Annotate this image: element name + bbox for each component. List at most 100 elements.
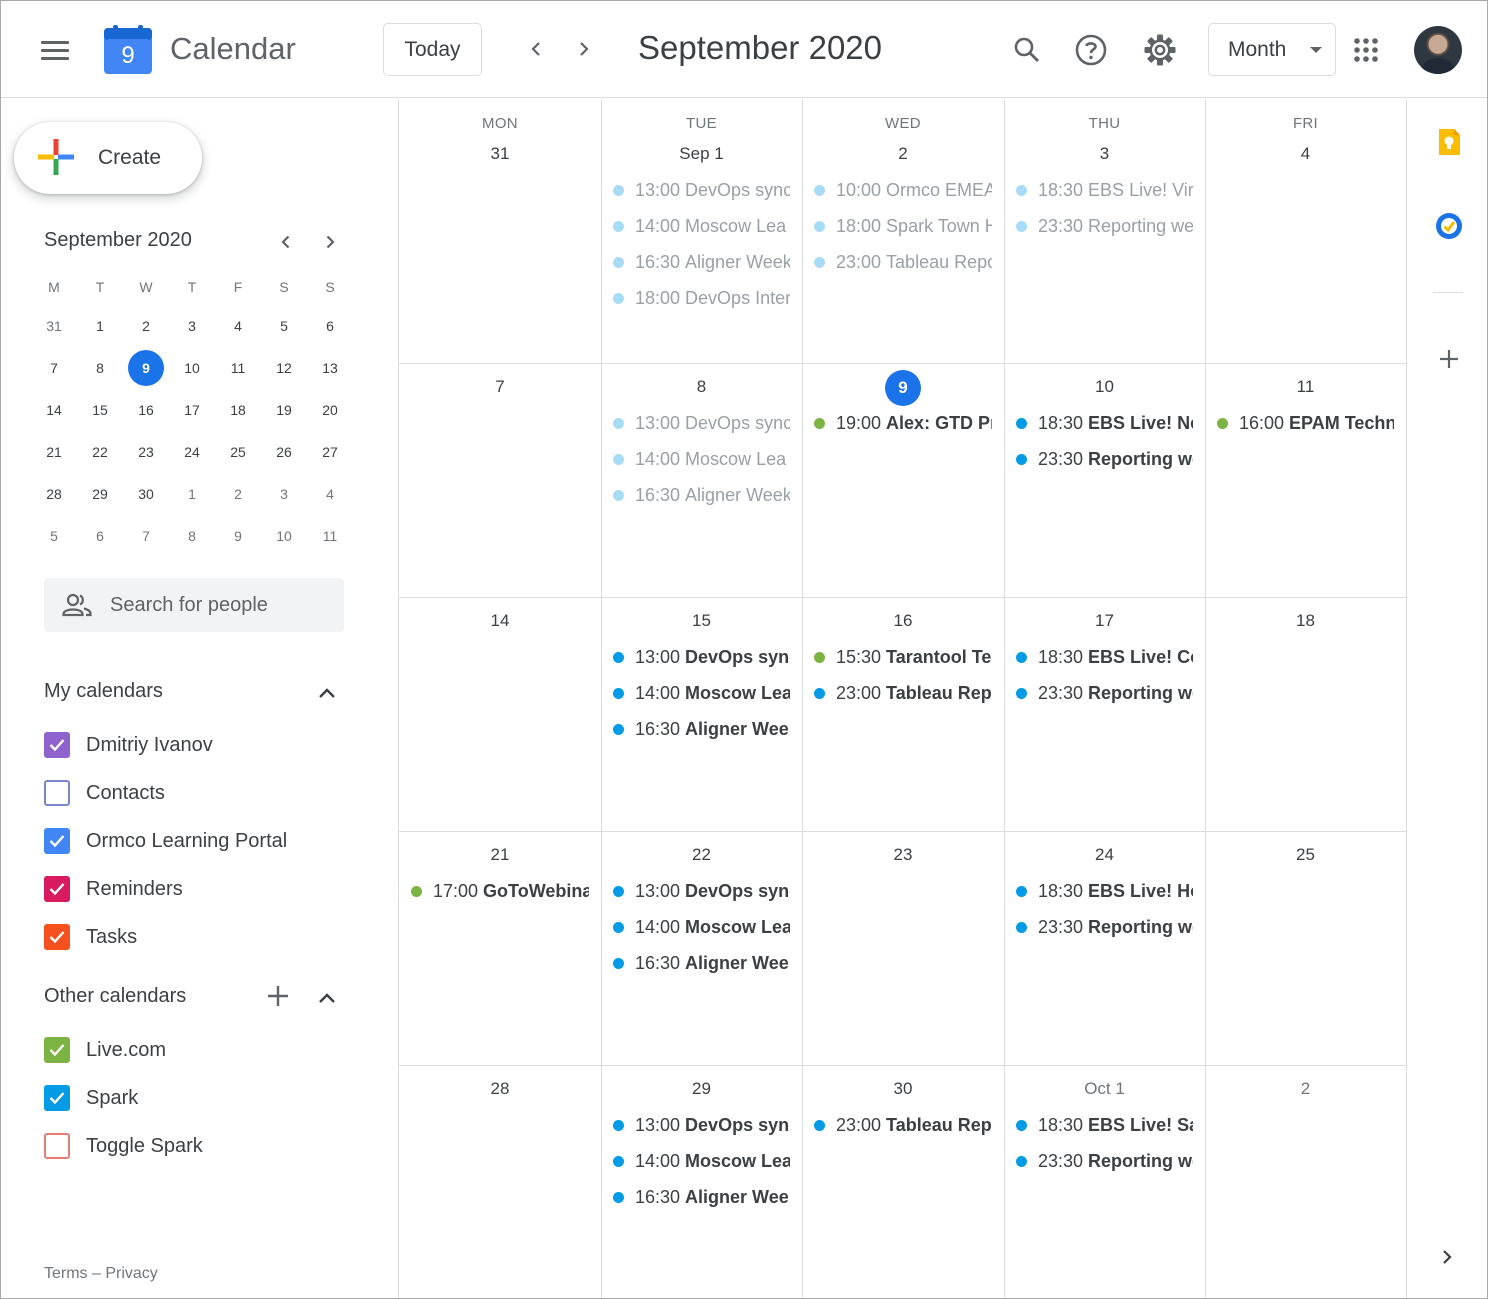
mini-calendar-day[interactable]: 21 (31, 431, 77, 473)
checkbox-checked-icon[interactable] (44, 924, 70, 950)
mini-calendar-day[interactable]: 25 (215, 431, 261, 473)
hide-side-panel-button[interactable] (1432, 1242, 1462, 1272)
mini-calendar-day[interactable]: 22 (77, 431, 123, 473)
mini-calendar-day[interactable]: 10 (261, 515, 307, 557)
mini-calendar-day[interactable]: 29 (77, 473, 123, 515)
other-calendars-title[interactable]: Other calendars (44, 985, 186, 1008)
today-button[interactable]: Today (383, 23, 482, 76)
checkbox-checked-icon[interactable] (44, 732, 70, 758)
mini-calendar-day[interactable]: 16 (123, 389, 169, 431)
event-chip[interactable]: 16:30 Aligner Week (613, 245, 790, 279)
date-number[interactable]: 10 (1004, 377, 1205, 397)
day-cell[interactable]: 22 13:00 DevOps sync 14:00 Moscow Lea 16:30 Al… (601, 831, 802, 1065)
day-cell[interactable]: 10 18:30 EBS Live! Ne 23:30 Reporting we (1004, 363, 1205, 597)
day-cell[interactable]: 16 15:30 Tarantool Tea 23:00 Tableau Repo (802, 597, 1004, 831)
mini-calendar-day[interactable]: 7 (31, 347, 77, 389)
mini-calendar-day[interactable]: 8 (169, 515, 215, 557)
date-number[interactable]: 17 (1004, 611, 1205, 631)
mini-calendar-day[interactable]: 12 (261, 347, 307, 389)
search-people-input[interactable]: Search for people (44, 578, 344, 632)
mini-calendar-day[interactable]: 5 (31, 515, 77, 557)
event-chip[interactable]: 19:00 Alex: GTD Pr (814, 406, 992, 440)
mini-calendar-day[interactable]: 3 (169, 305, 215, 347)
event-chip[interactable]: 23:00 Tableau Repo (814, 1108, 992, 1142)
calendar-toggle-item[interactable]: Tasks (44, 922, 137, 952)
event-chip[interactable]: 23:30 Reporting we (1016, 910, 1193, 944)
day-cell[interactable]: Oct 1 18:30 EBS Live! Sal 23:30 Reporting we (1004, 1065, 1205, 1298)
mini-calendar-day[interactable]: 10 (169, 347, 215, 389)
event-chip[interactable]: 18:30 EBS Live! Ho (1016, 874, 1193, 908)
day-cell[interactable]: 18 (1205, 597, 1406, 831)
event-chip[interactable]: 10:00 Ormco EMEA (814, 173, 992, 207)
event-chip[interactable]: 16:00 EPAM Techn (1217, 406, 1394, 440)
my-calendars-collapse-button[interactable] (315, 681, 339, 705)
mini-calendar-next-button[interactable] (315, 227, 345, 257)
mini-calendar-day[interactable]: 11 (215, 347, 261, 389)
event-chip[interactable]: 14:00 Moscow Lea (613, 676, 790, 710)
day-cell[interactable]: TUE Sep 1 13:00 DevOps sync 14:00 Moscow Lea 1… (601, 99, 802, 363)
calendar-toggle-item[interactable]: Live.com (44, 1035, 166, 1065)
main-menu-button[interactable] (31, 29, 79, 71)
day-cell[interactable]: 25 (1205, 831, 1406, 1065)
checkbox-checked-icon[interactable] (44, 1085, 70, 1111)
event-chip[interactable]: 18:30 EBS Live! Co (1016, 640, 1193, 674)
date-number[interactable]: 22 (601, 845, 802, 865)
mini-calendar-day[interactable]: 17 (169, 389, 215, 431)
mini-calendar-day[interactable]: 7 (123, 515, 169, 557)
mini-calendar-day[interactable]: 9 (215, 515, 261, 557)
event-chip[interactable]: 16:30 Aligner Week (613, 478, 790, 512)
day-cell[interactable]: 29 13:00 DevOps sync 14:00 Moscow Lea 16:30 Al… (601, 1065, 802, 1298)
event-chip[interactable]: 15:30 Tarantool Tea (814, 640, 992, 674)
mini-calendar-day[interactable]: 4 (307, 473, 353, 515)
event-chip[interactable]: 16:30 Aligner Week (613, 712, 790, 746)
calendar-logo-icon[interactable]: 9 (103, 25, 153, 75)
event-chip[interactable]: 18:00 Spark Town H (814, 209, 992, 243)
calendar-toggle-item[interactable]: Ormco Learning Portal (44, 826, 287, 856)
day-cell[interactable]: WED 2 10:00 Ormco EMEA 18:00 Spark Town H 23:0… (802, 99, 1004, 363)
mini-calendar-prev-button[interactable] (271, 227, 301, 257)
date-number[interactable]: 29 (601, 1079, 802, 1099)
day-cell[interactable]: 23 (802, 831, 1004, 1065)
event-chip[interactable]: 18:30 EBS Live! Vir (1016, 173, 1193, 207)
get-addons-button[interactable] (1434, 344, 1464, 374)
tasks-button[interactable] (1434, 211, 1464, 241)
date-number[interactable]: 28 (399, 1079, 601, 1099)
date-number[interactable]: 15 (601, 611, 802, 631)
day-cell[interactable]: 11 16:00 EPAM Techn (1205, 363, 1406, 597)
date-number[interactable]: 30 (802, 1079, 1004, 1099)
mini-calendar-day[interactable]: 19 (261, 389, 307, 431)
settings-button[interactable] (1137, 27, 1183, 73)
event-chip[interactable]: 18:30 EBS Live! Ne (1016, 406, 1193, 440)
event-chip[interactable]: 16:30 Aligner Week (613, 1180, 790, 1214)
day-cell[interactable]: 2 (1205, 1065, 1406, 1298)
date-number[interactable]: 23 (802, 845, 1004, 865)
day-cell[interactable]: 24 18:30 EBS Live! Ho 23:30 Reporting we (1004, 831, 1205, 1065)
date-number[interactable]: Sep 1 (601, 144, 802, 164)
event-chip[interactable]: 14:00 Moscow Lea (613, 209, 790, 243)
date-number[interactable]: 16 (802, 611, 1004, 631)
mini-calendar-day[interactable]: 31 (31, 305, 77, 347)
event-chip[interactable]: 23:00 Tableau Repo (814, 245, 992, 279)
event-chip[interactable]: 13:00 DevOps sync (613, 406, 790, 440)
date-number[interactable]: 18 (1205, 611, 1406, 631)
help-button[interactable] (1068, 27, 1114, 73)
mini-calendar-day[interactable]: 6 (77, 515, 123, 557)
day-cell[interactable]: FRI 4 (1205, 99, 1406, 363)
date-number[interactable]: 14 (399, 611, 601, 631)
event-chip[interactable]: 14:00 Moscow Lea (613, 442, 790, 476)
date-number[interactable]: 11 (1205, 377, 1406, 397)
day-cell[interactable]: 28 (399, 1065, 601, 1298)
account-avatar[interactable] (1414, 26, 1462, 74)
mini-calendar-day[interactable]: 13 (307, 347, 353, 389)
day-cell[interactable]: 7 (399, 363, 601, 597)
calendar-toggle-item[interactable]: Dmitriy Ivanov (44, 730, 213, 760)
day-cell[interactable]: 30 23:00 Tableau Repo (802, 1065, 1004, 1298)
date-number[interactable]: Oct 1 (1004, 1079, 1205, 1099)
mini-calendar-day[interactable]: 27 (307, 431, 353, 473)
mini-calendar-day[interactable]: 23 (123, 431, 169, 473)
mini-calendar-day[interactable]: 8 (77, 347, 123, 389)
mini-calendar-day[interactable]: 6 (307, 305, 353, 347)
event-chip[interactable]: 23:30 Reporting we (1016, 676, 1193, 710)
mini-calendar-day[interactable]: 14 (31, 389, 77, 431)
checkbox-unchecked-icon[interactable] (44, 780, 70, 806)
